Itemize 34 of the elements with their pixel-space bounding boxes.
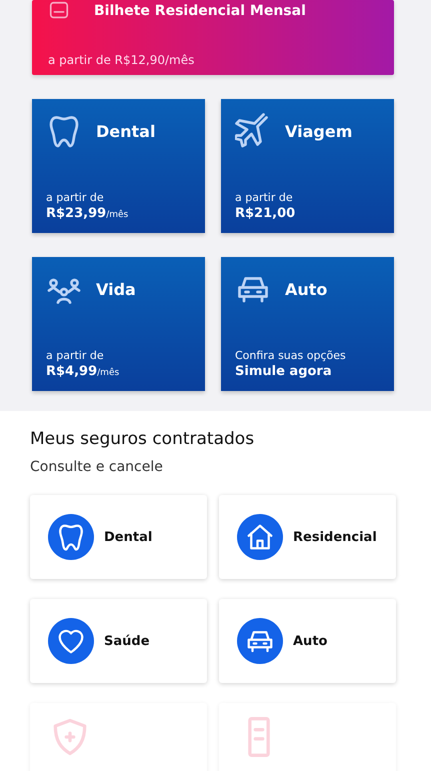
offer-title: Dental	[96, 122, 156, 140]
offer-title: Vida	[96, 280, 136, 298]
tooth-icon	[56, 522, 86, 552]
offer-note: a partir de	[235, 190, 294, 206]
insurance-card[interactable]: Residencial	[219, 495, 396, 579]
insurance-card[interactable]	[219, 703, 396, 771]
insurance-card[interactable]: Auto	[219, 599, 396, 683]
offer-card[interactable]: Dental a partir de R$23,99/mês	[32, 99, 205, 233]
offer-card[interactable]: Viagem a partir de R$21,00	[221, 99, 394, 233]
offer-note: Confira suas opções	[235, 348, 347, 364]
offer-price: R$4,99/mês	[46, 364, 120, 379]
offer-note: a partir de	[46, 190, 105, 206]
insurance-card[interactable]: Dental	[30, 495, 207, 579]
airplane-icon	[235, 113, 271, 149]
offer-price: R$23,99/mês	[46, 206, 130, 221]
offer-title: Auto	[285, 280, 328, 298]
insurance-label: Saúde	[104, 634, 150, 648]
promo-banner[interactable]: Bilhete Residencial Mensal a partir de R$12,90/mês	[32, 0, 394, 75]
house-icon	[245, 522, 275, 552]
insurance-card[interactable]	[30, 703, 207, 771]
section-subtitle: Consulte e cancele	[30, 459, 164, 475]
offer-card[interactable]: Auto Confira suas opções Simule agora	[221, 257, 394, 391]
insurance-card[interactable]: Saúde	[30, 599, 207, 683]
offer-note: a partir de	[46, 348, 105, 364]
insurance-label: Dental	[104, 530, 152, 544]
insurance-label: Auto	[293, 634, 328, 648]
section-title: Meus seguros contratados	[30, 429, 256, 449]
offer-card[interactable]: Vida a partir de R$4,99/mês	[32, 257, 205, 391]
offer-title: Viagem	[285, 122, 352, 140]
offer-price: R$21,00	[235, 206, 296, 221]
offer-price: Simule agora	[235, 364, 333, 379]
promo-title: Bilhete Residencial Mensal	[94, 3, 306, 19]
promo-price: a partir de R$12,90/mês	[48, 53, 196, 67]
insurance-label: Residencial	[293, 530, 377, 544]
